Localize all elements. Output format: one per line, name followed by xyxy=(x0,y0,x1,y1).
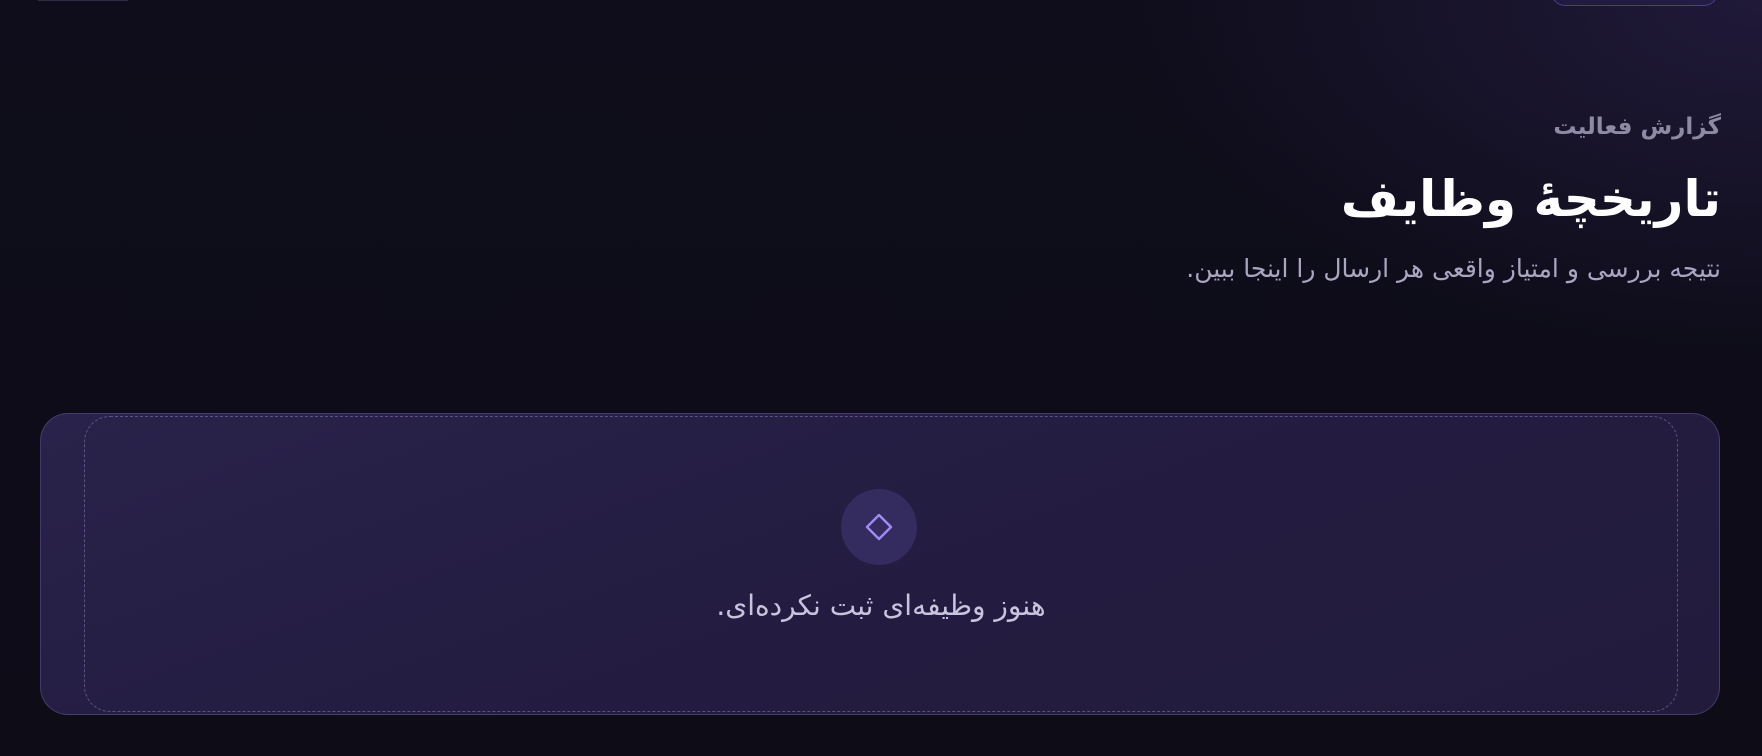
top-right-button[interactable] xyxy=(1551,0,1718,6)
diamond-icon xyxy=(865,513,893,541)
page-header: گزارش فعالیت تاریخچهٔ وظایف نتیجه بررسی … xyxy=(821,108,1721,288)
empty-state-icon-badge xyxy=(841,489,917,565)
top-bar-remnant xyxy=(0,0,1762,6)
page-subtitle: نتیجه بررسی و امتیاز واقعی هر ارسال را ا… xyxy=(1186,254,1721,283)
section-eyebrow: گزارش فعالیت xyxy=(1553,114,1721,140)
page-title: تاریخچهٔ وظایف xyxy=(1340,170,1721,228)
empty-state-card: هنوز وظیفه‌ای ثبت نکرده‌ای. xyxy=(40,413,1720,715)
empty-state-message: هنوز وظیفه‌ای ثبت نکرده‌ای. xyxy=(716,589,1046,622)
top-left-divider xyxy=(38,0,128,1)
